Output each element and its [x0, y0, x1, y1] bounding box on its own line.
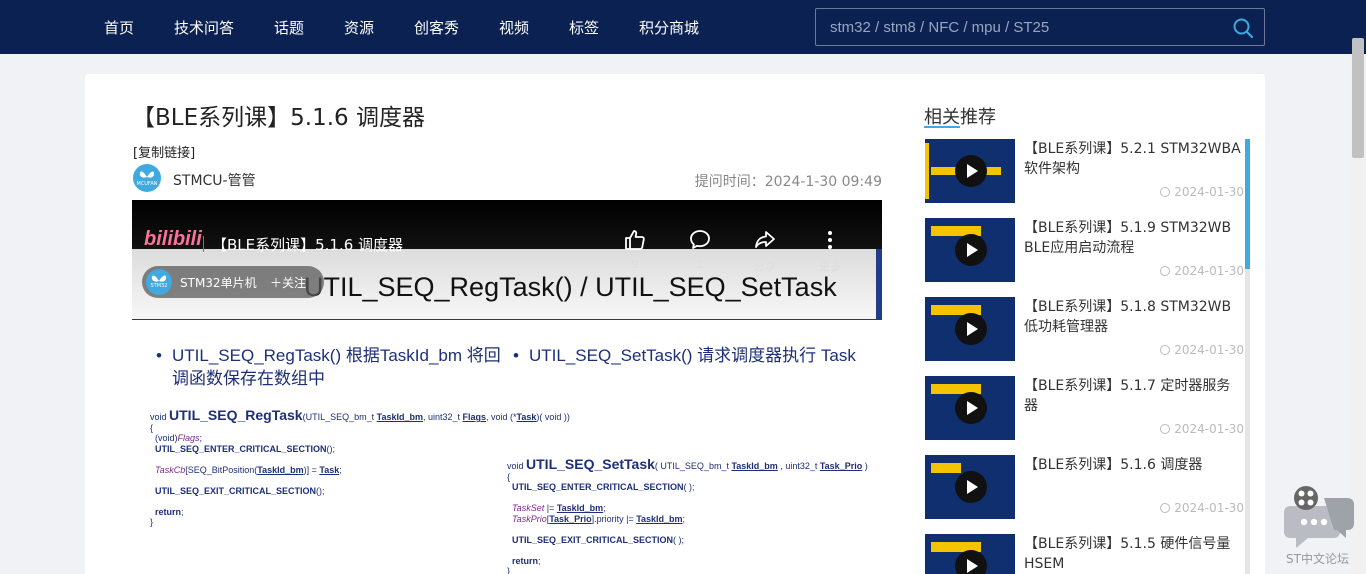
related-item[interactable]: 【BLE系列课】5.2.1 STM32WBA 软件架构 2024-01-30 — [924, 139, 1244, 203]
comment-count: 2 — [696, 258, 704, 271]
search-box — [815, 8, 1265, 46]
related-item-title[interactable]: 【BLE系列课】5.1.5 硬件信号量 HSEM — [1024, 534, 1244, 574]
post-title: 【BLE系列课】5.1.6 调度器 — [132, 105, 425, 131]
clock-icon — [1160, 503, 1171, 513]
slide-bullet-right: UTIL_SEQ_SetTask() 请求调度器执行 Task — [513, 344, 859, 367]
top-navbar: 首页 技术问答 话题 资源 创客秀 视频 标签 积分商城 — [0, 0, 1366, 54]
related-title-underline — [924, 126, 960, 128]
video-thumbnail[interactable] — [925, 455, 1015, 519]
share-icon — [755, 231, 775, 248]
more-button[interactable]: 更多 — [808, 228, 852, 274]
nav-item-points-mall[interactable]: 积分商城 — [639, 17, 699, 38]
nav-item-maker-show[interactable]: 创客秀 — [414, 17, 459, 38]
related-item[interactable]: 【BLE系列课】5.1.5 硬件信号量 HSEM — [924, 534, 1244, 574]
thumbs-up-icon — [625, 230, 645, 250]
date-text: 2024-01-30 — [1174, 343, 1244, 357]
related-item-title[interactable]: 【BLE系列课】5.2.1 STM32WBA 软件架构 — [1024, 139, 1244, 179]
page-scrollbar-thumb[interactable] — [1352, 38, 1364, 158]
avatar-label: MCUFAN — [136, 181, 158, 187]
related-item[interactable]: 【BLE系列课】5.1.6 调度器 2024-01-30 — [924, 455, 1244, 519]
related-item-title[interactable]: 【BLE系列课】5.1.9 STM32WB BLE应用启动流程 — [1024, 218, 1244, 258]
slide-heading: UTIL_SEQ_RegTask() / UTIL_SEQ_SetTask — [304, 272, 837, 302]
share-label: 分享 — [754, 260, 776, 273]
nav-item-resources[interactable]: 资源 — [344, 17, 374, 38]
slide-band-edge — [876, 249, 882, 319]
related-scrollbar-thumb[interactable] — [1245, 139, 1250, 269]
nav-item-videos[interactable]: 视频 — [499, 17, 529, 38]
play-icon — [955, 550, 987, 574]
comment-button[interactable]: 2 — [678, 228, 722, 271]
date-text: 2024-01-30 — [1174, 422, 1244, 436]
more-vertical-icon — [828, 231, 832, 249]
author-name[interactable]: STMCU-管管 — [173, 170, 256, 190]
nav-item-tech-qa[interactable]: 技术问答 — [174, 17, 234, 38]
play-icon — [955, 155, 987, 187]
channel-pill[interactable]: STM32 STM32单片机 ＋关注 — [142, 266, 324, 298]
nav-item-home[interactable]: 首页 — [104, 17, 134, 38]
channel-avatar: STM32 — [146, 269, 172, 295]
related-item[interactable]: 【BLE系列课】5.1.8 STM32WB 低功耗管理器 2024-01-30 — [924, 297, 1244, 361]
chat-bubble-icon — [1284, 486, 1354, 548]
clock-icon — [1160, 266, 1171, 276]
search-icon[interactable] — [1232, 17, 1254, 39]
video-title[interactable]: 【BLE系列课】5.1.6 调度器 — [212, 234, 403, 255]
play-icon — [955, 392, 987, 424]
video-thumbnail[interactable] — [925, 139, 1015, 203]
author-avatar[interactable]: MCUFAN — [133, 164, 161, 192]
play-icon — [955, 471, 987, 503]
share-button[interactable]: 分享 — [743, 228, 787, 274]
ask-time-label: 提问时间： — [694, 174, 765, 190]
comment-icon — [690, 230, 710, 249]
channel-name[interactable]: STM32单片机 — [180, 274, 257, 291]
follow-button[interactable]: ＋关注 — [270, 274, 306, 291]
play-icon — [955, 234, 987, 266]
related-item[interactable]: 【BLE系列课】5.1.7 定时器服务器 2024-01-30 — [924, 376, 1244, 440]
video-thumbnail[interactable] — [925, 534, 1015, 574]
video-thumbnail[interactable] — [925, 218, 1015, 282]
forum-widget-label: ST中文论坛 — [1286, 552, 1349, 566]
play-icon — [955, 313, 987, 345]
butterfly-logo-icon — [151, 275, 167, 282]
like-count: 9 — [631, 258, 639, 271]
divider — [203, 236, 204, 252]
related-item-title[interactable]: 【BLE系列课】5.1.8 STM32WB 低功耗管理器 — [1024, 297, 1244, 337]
channel-avatar-label: STM32 — [150, 283, 168, 289]
ask-time-value: 2024-1-30 09:49 — [764, 174, 882, 190]
related-item-date: 2024-01-30 — [1160, 343, 1244, 357]
forum-widget[interactable]: ST中文论坛 — [1284, 484, 1360, 574]
nav-item-topics[interactable]: 话题 — [274, 17, 304, 38]
butterfly-logo-icon — [139, 171, 155, 178]
related-item-title[interactable]: 【BLE系列课】5.1.6 调度器 — [1024, 455, 1244, 475]
related-item-date: 2024-01-30 — [1160, 422, 1244, 436]
related-item-date: 2024-01-30 — [1160, 264, 1244, 278]
copy-link-button[interactable]: [复制链接] — [133, 142, 195, 161]
search-input[interactable] — [830, 16, 1210, 38]
ask-time: 提问时间：2024-1-30 09:49 — [695, 171, 882, 191]
clock-icon — [1160, 345, 1171, 355]
related-item-date: 2024-01-30 — [1160, 501, 1244, 515]
bilibili-logo[interactable]: bilibili — [144, 228, 202, 251]
date-text: 2024-01-30 — [1174, 264, 1244, 278]
slide-bullet-left: UTIL_SEQ_RegTask() 根据TaskId_bm 将回调函数保存在数… — [156, 344, 512, 390]
nav-item-tags[interactable]: 标签 — [569, 17, 599, 38]
like-button[interactable]: 9 — [613, 228, 657, 271]
video-thumbnail[interactable] — [925, 297, 1015, 361]
more-label: 更多 — [819, 260, 841, 273]
related-item-date: 2024-01-30 — [1160, 185, 1244, 199]
related-item-title[interactable]: 【BLE系列课】5.1.7 定时器服务器 — [1024, 376, 1244, 416]
code-snippet-settask: void UTIL_SEQ_SetTask( UTIL_SEQ_bm_t Tas… — [507, 456, 868, 574]
date-text: 2024-01-30 — [1174, 185, 1244, 199]
clock-icon — [1160, 424, 1171, 434]
date-text: 2024-01-30 — [1174, 501, 1244, 515]
video-player[interactable]: UTIL_SEQ_RegTask() / UTIL_SEQ_SetTask bi… — [132, 200, 882, 574]
clock-icon — [1160, 187, 1171, 197]
video-thumbnail[interactable] — [925, 376, 1015, 440]
related-item[interactable]: 【BLE系列课】5.1.9 STM32WB BLE应用启动流程 2024-01-… — [924, 218, 1244, 282]
